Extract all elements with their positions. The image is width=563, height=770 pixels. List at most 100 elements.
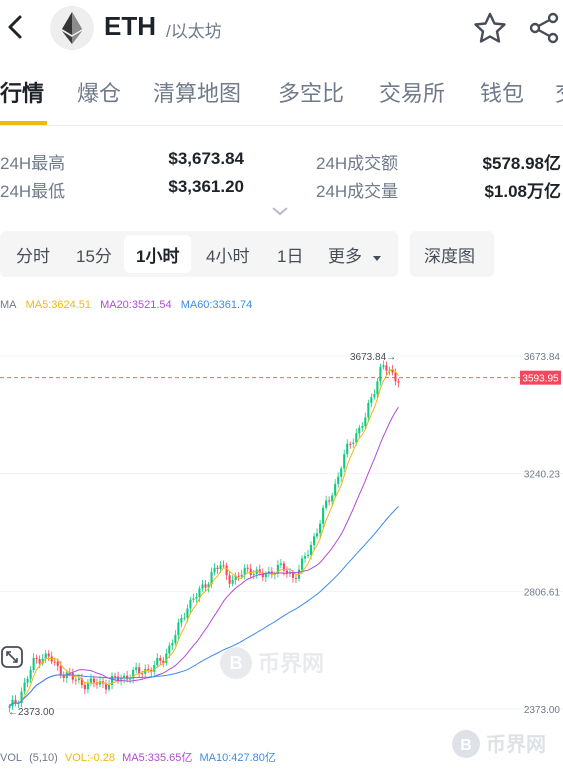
candle-body — [358, 427, 361, 434]
interval-more[interactable]: 更多 — [328, 242, 383, 267]
candle-body — [370, 397, 373, 403]
candle-body — [216, 567, 219, 570]
candle-body — [382, 365, 385, 368]
interval-timeline[interactable]: 分时 — [16, 242, 50, 267]
watermark-logo: B 币界网 — [218, 645, 348, 681]
tab-market[interactable]: 行情 — [0, 76, 44, 108]
interval-4h[interactable]: 4小时 — [206, 242, 249, 267]
candle-body — [26, 678, 29, 683]
main-tabs: 行情 爆仓 清算地图 多空比 交易所 钱包 交 — [0, 66, 563, 126]
high-label: 24H最高 — [0, 154, 66, 173]
candle-body — [201, 584, 204, 589]
candle-body — [252, 573, 255, 575]
low-value: $3,361.20 — [168, 177, 244, 196]
candle-body — [385, 365, 388, 371]
candle-body — [379, 367, 382, 382]
vol-ma5: MA5:335.65亿 — [122, 752, 193, 764]
candle-body — [306, 554, 310, 557]
favorite-star-icon[interactable] — [472, 10, 508, 46]
candle-body — [249, 568, 252, 575]
header: ETH /以太坊 — [0, 0, 563, 56]
candle-body — [86, 683, 89, 690]
chevron-down-icon[interactable] — [270, 204, 290, 218]
high-value: $3,673.84 — [168, 149, 244, 168]
tab-wallet[interactable]: 钱包 — [480, 76, 524, 108]
candle-body — [74, 679, 77, 681]
candle-body — [29, 670, 32, 679]
tab-liquidation-map[interactable]: 清算地图 — [153, 76, 241, 108]
candle-body — [331, 495, 334, 502]
candle-body — [373, 394, 376, 398]
tab-liquidation[interactable]: 爆仓 — [77, 76, 121, 108]
min-price-label: ←2373.00 — [8, 707, 55, 718]
candle-body — [135, 667, 138, 670]
interval-1h[interactable]: 1小时 — [124, 235, 192, 273]
vol-params: (5,10) — [29, 752, 58, 764]
candle-body — [309, 545, 313, 555]
candle-body — [291, 572, 295, 578]
vol-ma10: MA10:427.80亿 — [199, 752, 276, 764]
candle-body — [47, 653, 50, 657]
share-icon[interactable] — [526, 10, 562, 46]
interval-15m[interactable]: 15分 — [76, 242, 112, 267]
candle-body — [237, 575, 240, 577]
tab-long-short-ratio[interactable]: 多空比 — [278, 76, 344, 108]
ma-legend: MA MA5:3624.51 MA20:3521.54 MA60:3361.74 — [0, 299, 258, 311]
back-arrow-icon[interactable] — [2, 10, 30, 44]
y-tick-label: 2806.61 — [524, 587, 561, 598]
candle-body — [376, 381, 379, 395]
fullscreen-icon[interactable] — [0, 645, 24, 669]
interval-selector: 分时 15分 1小时 4小时 1日 更多 — [0, 231, 398, 277]
vol-legend: VOL (5,10) VOL:-0.28 MA5:335.65亿 MA10:42… — [0, 749, 280, 765]
candle-body — [300, 558, 304, 570]
candle-body — [355, 433, 358, 443]
candle-body — [367, 402, 370, 418]
coin-symbol: ETH — [104, 11, 156, 41]
candle-body — [177, 622, 180, 636]
candle-body — [62, 675, 65, 679]
watermark-text-secondary: 币界网 — [486, 732, 546, 756]
candle-body — [394, 372, 397, 382]
candle-body — [322, 507, 325, 524]
candle-body — [56, 661, 59, 666]
candle-body — [364, 417, 367, 427]
candle-body — [147, 668, 150, 670]
candle-body — [77, 678, 80, 681]
candle-body — [44, 653, 47, 659]
candle-body — [23, 682, 26, 692]
candle-body — [294, 577, 298, 579]
active-tab-indicator — [0, 121, 47, 125]
candle-body — [32, 657, 35, 671]
y-tick-label: 3673.84 — [524, 352, 561, 363]
candle-body — [246, 567, 249, 569]
candle-body — [325, 500, 328, 508]
candle-body — [171, 643, 174, 646]
candle-body — [279, 563, 282, 565]
candle-body — [397, 381, 400, 383]
candle-body — [195, 597, 198, 599]
svg-text:B: B — [460, 737, 472, 754]
tab-overflow[interactable]: 交 — [555, 76, 563, 108]
tab-exchanges[interactable]: 交易所 — [379, 76, 445, 108]
ma20-value: MA20:3521.54 — [100, 299, 172, 311]
candle-body — [113, 675, 117, 677]
depth-chart-button[interactable]: 深度图 — [410, 231, 494, 277]
candle-body — [328, 500, 331, 502]
candle-body — [340, 468, 343, 477]
current-price-label: 3593.95 — [522, 374, 559, 385]
turnover-label: 24H成交额 — [316, 154, 399, 173]
low-label: 24H最低 — [0, 182, 66, 201]
ma-prefix: MA — [0, 299, 17, 311]
volume-value: $1.08万亿 — [484, 182, 561, 201]
candle-body — [189, 599, 192, 609]
candle-body — [225, 565, 228, 576]
interval-1d[interactable]: 1日 — [277, 242, 303, 267]
candle-body — [352, 442, 355, 444]
candle-body — [222, 565, 225, 567]
candle-body — [198, 588, 201, 598]
vol-prefix: VOL — [0, 752, 23, 764]
candle-body — [35, 657, 38, 660]
candle-body — [107, 684, 111, 690]
candle-body — [38, 659, 41, 664]
watermark-text: 币界网 — [258, 652, 324, 677]
